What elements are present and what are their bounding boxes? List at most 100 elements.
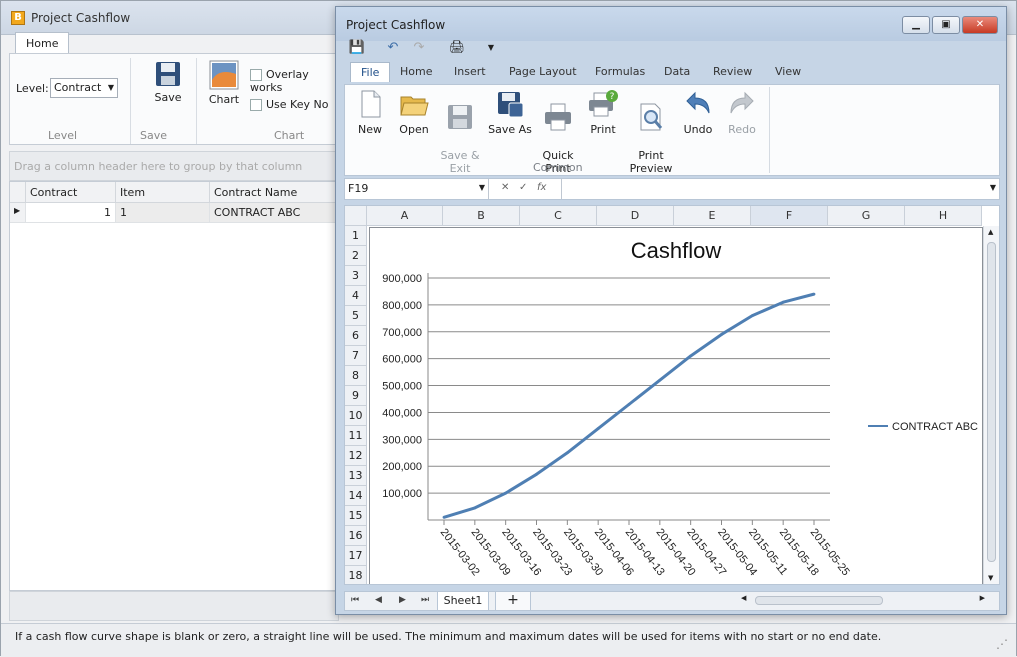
column-header-g[interactable]: G: [828, 206, 905, 226]
row-header-4[interactable]: 4: [345, 286, 367, 306]
tab-home[interactable]: Home: [400, 65, 432, 78]
maximize-button[interactable]: ▣: [932, 16, 960, 34]
resize-grip-icon[interactable]: ⋰: [996, 637, 1008, 651]
formula-input[interactable]: ▼: [561, 179, 999, 199]
insert-function-icon[interactable]: fx: [537, 182, 546, 193]
last-sheet-icon[interactable]: ⏭: [421, 595, 429, 605]
row-header-18[interactable]: 18: [345, 566, 367, 584]
column-header-b[interactable]: B: [443, 206, 520, 226]
redo-button[interactable]: Redo: [717, 89, 767, 136]
row-indicator-header: [10, 182, 26, 203]
cancel-formula-icon[interactable]: ✕: [501, 182, 509, 193]
group-by-panel[interactable]: Drag a column header here to group by th…: [9, 151, 339, 181]
chart-object[interactable]: Cashflow 100,000 200,000 300,000 400,000 500…: [369, 227, 983, 584]
open-button[interactable]: Open: [389, 89, 439, 136]
save-button-main[interactable]: Save: [148, 60, 188, 104]
undo-button[interactable]: Undo: [673, 89, 723, 136]
horizontal-scrollbar[interactable]: ◀ ▶: [741, 594, 985, 608]
name-box[interactable]: F19 ▼: [345, 179, 489, 199]
data-point: [658, 378, 662, 382]
column-header-e[interactable]: E: [674, 206, 751, 226]
use-key-label: Use Key No: [266, 98, 329, 111]
close-button[interactable]: ✕: [962, 16, 998, 34]
row-header-11[interactable]: 11: [345, 426, 367, 446]
tab-page-layout[interactable]: Page Layout: [509, 65, 577, 78]
column-header-item[interactable]: Item: [116, 182, 210, 203]
checkbox-box[interactable]: [250, 69, 262, 81]
tab-review[interactable]: Review: [713, 65, 752, 78]
scroll-right-icon[interactable]: ▶: [980, 594, 985, 602]
confirm-formula-icon[interactable]: ✓: [519, 182, 527, 193]
use-key-checkbox[interactable]: Use Key No: [250, 98, 328, 111]
data-point: [781, 300, 785, 304]
row-header-2[interactable]: 2: [345, 246, 367, 266]
scroll-up-icon[interactable]: ▲: [988, 228, 993, 236]
row-header-5[interactable]: 5: [345, 306, 367, 326]
row-header-10[interactable]: 10: [345, 406, 367, 426]
chevron-down-icon: ▼: [107, 83, 114, 92]
cell-contract-name[interactable]: CONTRACT ABC: [210, 203, 340, 223]
data-point: [627, 402, 631, 406]
add-sheet-button[interactable]: +: [495, 591, 531, 611]
tab-file[interactable]: File: [350, 62, 391, 82]
name-box-value: F19: [348, 182, 369, 195]
divider: [196, 58, 197, 144]
level-select[interactable]: Contract ▼: [50, 78, 118, 98]
row-header-8[interactable]: 8: [345, 366, 367, 386]
scroll-down-icon[interactable]: ▼: [988, 574, 993, 582]
checkbox-box[interactable]: [250, 99, 262, 111]
print-button[interactable]: ? Print: [578, 89, 628, 136]
minimize-button[interactable]: ▁: [902, 16, 930, 34]
row-header-14[interactable]: 14: [345, 486, 367, 506]
qat-redo-icon[interactable]: ↷: [410, 39, 428, 57]
select-all-corner[interactable]: [345, 206, 367, 226]
scroll-thumb[interactable]: [987, 242, 996, 562]
row-header-9[interactable]: 9: [345, 386, 367, 406]
row-header-12[interactable]: 12: [345, 446, 367, 466]
column-header-f[interactable]: F: [751, 206, 828, 226]
qat-customize-icon[interactable]: ▼: [482, 39, 500, 57]
row-header-15[interactable]: 15: [345, 506, 367, 526]
tab-view[interactable]: View: [775, 65, 801, 78]
tab-data[interactable]: Data: [664, 65, 690, 78]
row-header-1[interactable]: 1: [345, 226, 367, 246]
chart-button-main[interactable]: Chart: [204, 60, 244, 106]
row-header-17[interactable]: 17: [345, 546, 367, 566]
new-button[interactable]: New: [345, 89, 395, 136]
tab-formulas[interactable]: Formulas: [595, 65, 645, 78]
column-header-a[interactable]: A: [367, 206, 443, 226]
new-label: New: [358, 123, 382, 136]
data-point: [720, 333, 723, 336]
tab-insert[interactable]: Insert: [454, 65, 486, 78]
save-as-button[interactable]: Save As: [485, 89, 535, 136]
sheet-tab-sheet1[interactable]: Sheet1: [437, 591, 489, 611]
qat-save-icon[interactable]: 💾: [348, 39, 366, 57]
print-preview-button[interactable]: Print Preview: [626, 89, 676, 175]
column-header-contract[interactable]: Contract: [26, 182, 116, 203]
cell-contract[interactable]: 1: [26, 203, 116, 223]
maximize-icon: ▣: [941, 19, 951, 30]
cell-item[interactable]: 1: [116, 203, 210, 223]
prev-sheet-icon[interactable]: ◀: [375, 595, 382, 605]
row-header-13[interactable]: 13: [345, 466, 367, 486]
row-header-6[interactable]: 6: [345, 326, 367, 346]
tab-home-main[interactable]: Home: [15, 32, 70, 54]
y-tick-label: 300,000: [382, 434, 422, 446]
scroll-thumb[interactable]: [755, 596, 883, 605]
column-header-c[interactable]: C: [520, 206, 597, 226]
row-header-7[interactable]: 7: [345, 346, 367, 366]
column-header-h[interactable]: H: [905, 206, 982, 226]
row-header-3[interactable]: 3: [345, 266, 367, 286]
column-header-d[interactable]: D: [597, 206, 674, 226]
next-sheet-icon[interactable]: ▶: [399, 595, 406, 605]
qat-undo-icon[interactable]: ↶: [384, 39, 402, 57]
first-sheet-icon[interactable]: ⏮: [351, 595, 359, 605]
y-tick-label: 200,000: [382, 461, 422, 473]
vertical-scrollbar[interactable]: ▲ ▼: [983, 226, 999, 584]
row-header-16[interactable]: 16: [345, 526, 367, 546]
save-exit-button[interactable]: Save & Exit: [435, 89, 485, 175]
scroll-left-icon[interactable]: ◀: [741, 594, 746, 602]
overlay-works-checkbox[interactable]: Overlay works: [250, 68, 338, 94]
column-header-contract-name[interactable]: Contract Name: [210, 182, 340, 203]
qat-print-icon[interactable]: 🖨: [448, 39, 466, 57]
